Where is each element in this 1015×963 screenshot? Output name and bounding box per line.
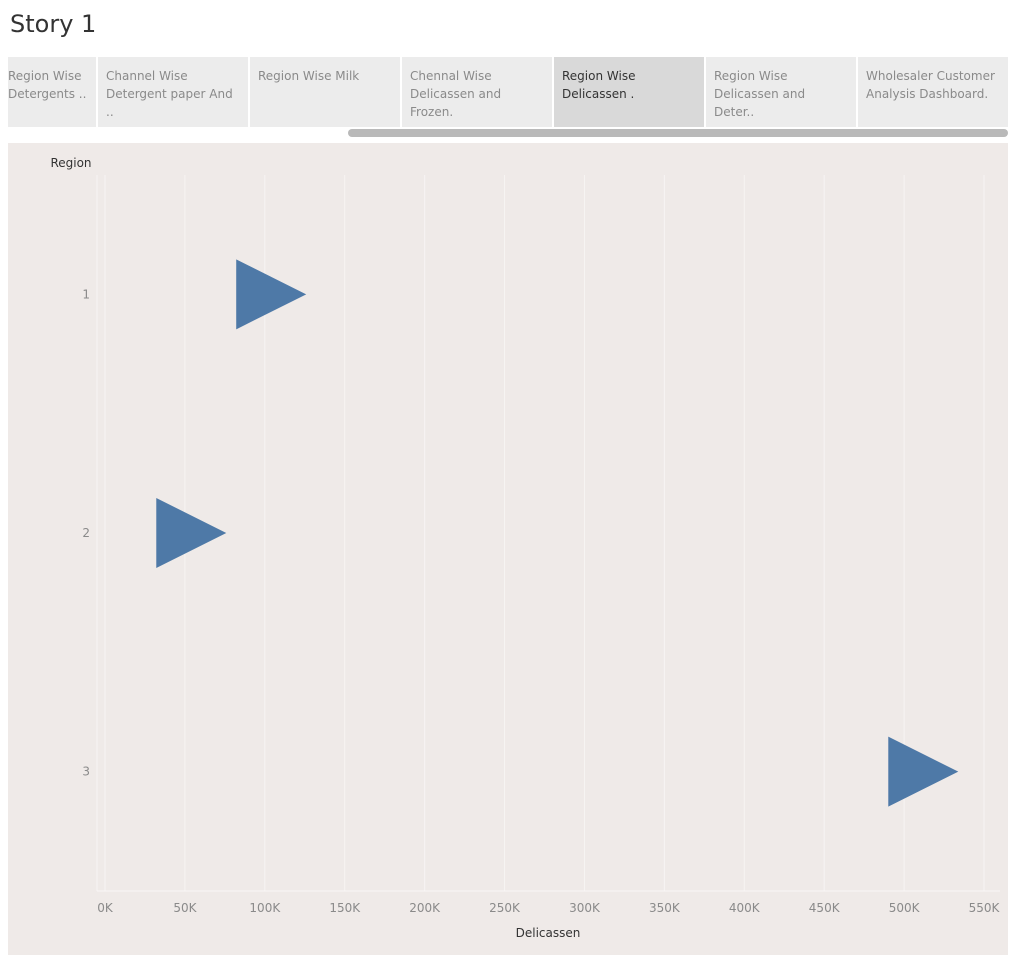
x-tick-label-6: 300K: [569, 901, 601, 915]
x-tick-label-3: 150K: [329, 901, 361, 915]
story-tab-3[interactable]: Region Wise Milk: [250, 57, 400, 127]
marks: [156, 259, 959, 807]
chart-svg: Region Delicassen 1 2 3 0K 50K 100K 150K 200K 2…: [50, 156, 1000, 940]
x-tick-label-7: 350K: [649, 901, 681, 915]
y-axis-title: Region: [50, 156, 91, 170]
story-tab-6[interactable]: Region Wise Delicassen and Deter..: [706, 57, 856, 127]
x-tick-label-5: 250K: [489, 901, 521, 915]
y-tick-labels: 1 2 3: [82, 287, 90, 778]
mark-region-2: [156, 498, 227, 568]
y-tick-label-3: 3: [82, 765, 90, 779]
story-tab-5[interactable]: Region Wise Delicassen .: [554, 57, 704, 127]
story-tab-2[interactable]: Channel Wise Detergent paper And ..: [98, 57, 248, 127]
x-tick-label-11: 550K: [969, 901, 1001, 915]
x-tick-label-0: 0K: [97, 901, 114, 915]
story-tab-1[interactable]: Region Wise Detergents ..: [8, 57, 96, 127]
grid-lines: [96, 175, 985, 891]
tab-scrollbar[interactable]: [348, 129, 1008, 137]
chart-area: Region Delicassen 1 2 3 0K 50K 100K 150K 200K 2…: [8, 143, 1008, 955]
story-title: Story 1: [10, 10, 97, 38]
mark-region-3: [888, 736, 959, 807]
y-tick-label-1: 1: [82, 287, 90, 301]
y-tick-label-2: 2: [82, 526, 90, 540]
story-tab-4[interactable]: Chennal Wise Delicassen and Frozen.: [402, 57, 552, 127]
x-tick-label-9: 450K: [809, 901, 841, 915]
x-tick-label-2: 100K: [249, 901, 281, 915]
story-tab-7[interactable]: Wholesaler Customer Analysis Dashboard.: [858, 57, 1008, 127]
x-tick-labels: 0K 50K 100K 150K 200K 250K 300K 350K 400K 450K 500…: [97, 901, 1000, 915]
mark-region-1: [236, 259, 307, 330]
x-tick-label-1: 50K: [173, 901, 197, 915]
x-tick-label-4: 200K: [409, 901, 441, 915]
x-tick-label-10: 500K: [889, 901, 921, 915]
x-tick-label-8: 400K: [729, 901, 761, 915]
x-axis-title: Delicassen: [516, 926, 581, 940]
story-tabs: Region Wise Detergents .. Channel Wise D…: [8, 57, 1008, 127]
